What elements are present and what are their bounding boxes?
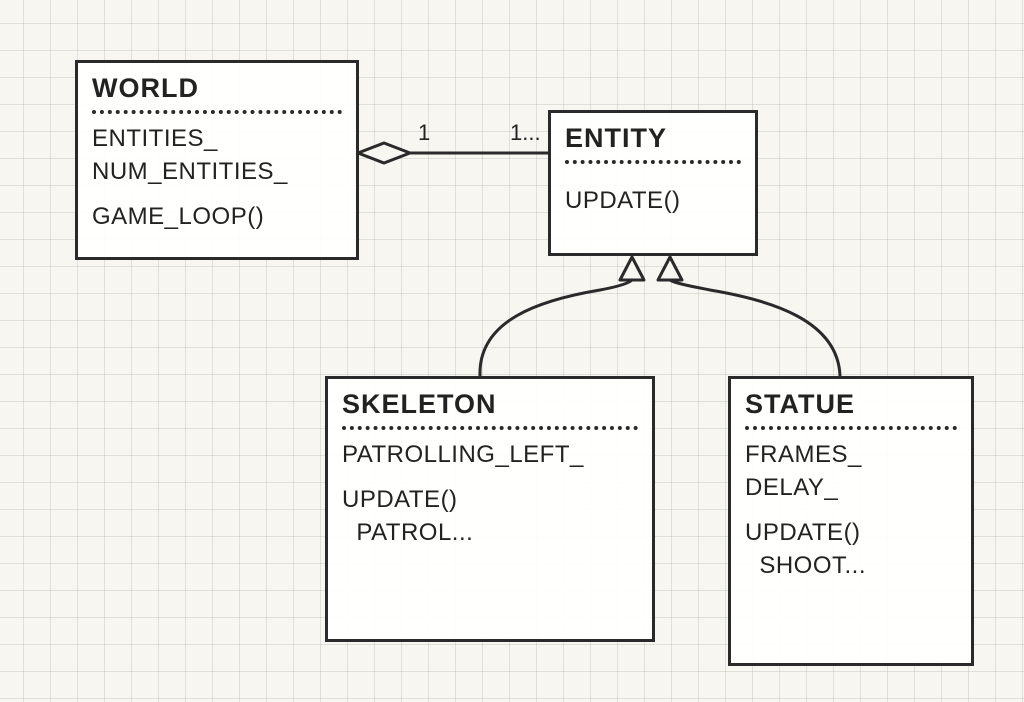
inheritance-line-statue (670, 280, 840, 376)
diagram-canvas: 1 1... WORLD ENTITIES_ NUM_ENTITIES_ GAM… (0, 0, 1024, 702)
class-method: UPDATE() (745, 516, 957, 549)
class-title: SKELETON (342, 389, 638, 420)
class-method: UPDATE() (565, 184, 741, 217)
class-title: WORLD (92, 73, 342, 104)
method-body: PATROL... (342, 516, 638, 549)
class-method: GAME_LOOP() (92, 200, 342, 233)
method-body: SHOOT... (745, 549, 957, 582)
class-attribute: PATROLLING_LEFT_ (342, 438, 638, 471)
aggregation-diamond-icon (358, 143, 410, 163)
divider-icon (92, 110, 342, 114)
divider-icon (565, 160, 741, 164)
multiplicity-target: 1... (510, 120, 541, 146)
inheritance-arrowhead-right-icon (658, 257, 682, 280)
multiplicity-source: 1 (418, 120, 430, 146)
class-world: WORLD ENTITIES_ NUM_ENTITIES_ GAME_LOOP(… (75, 60, 359, 260)
class-title: ENTITY (565, 123, 741, 154)
inheritance-arrowhead-left-icon (620, 257, 644, 280)
class-attribute: FRAMES_ (745, 438, 957, 471)
class-entity: ENTITY UPDATE() (548, 110, 758, 256)
inheritance-line-skeleton (480, 280, 632, 376)
class-method: UPDATE() (342, 483, 638, 516)
class-attribute: ENTITIES_ (92, 122, 342, 155)
class-attribute: NUM_ENTITIES_ (92, 155, 342, 188)
class-attribute: DELAY_ (745, 471, 957, 504)
class-statue: STATUE FRAMES_ DELAY_ UPDATE() SHOOT... (728, 376, 974, 666)
divider-icon (745, 426, 957, 430)
divider-icon (342, 426, 638, 430)
class-skeleton: SKELETON PATROLLING_LEFT_ UPDATE() PATRO… (325, 376, 655, 642)
class-title: STATUE (745, 389, 957, 420)
